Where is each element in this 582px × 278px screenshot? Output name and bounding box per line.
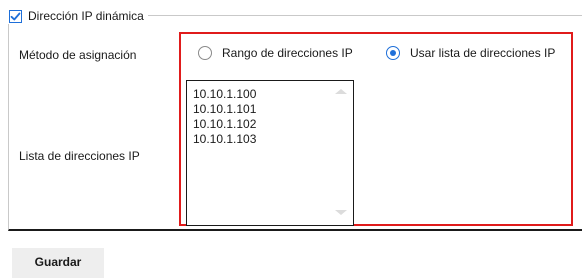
dynamic-ip-checkbox[interactable] [9,9,22,23]
radio-option-list-label: Usar lista de direcciones IP [410,46,556,60]
radio-selected-dot [390,50,396,56]
checkmark-icon [10,12,21,20]
dynamic-ip-toggle[interactable]: Dirección IP dinámica [8,8,148,24]
list-item[interactable]: 10.10.1.101 [193,102,256,117]
list-item[interactable]: 10.10.1.100 [193,87,256,102]
radio-button-list[interactable] [386,46,400,60]
radio-option-list[interactable]: Usar lista de direcciones IP [386,46,555,60]
list-item[interactable]: 10.10.1.102 [193,117,256,132]
ip-list-label: Lista de direcciones IP [19,149,140,163]
ip-address-list: 10.10.1.100 10.10.1.101 10.10.1.102 10.1… [193,87,256,147]
radio-button-range[interactable] [198,46,212,60]
dynamic-ip-label: Dirección IP dinámica [28,9,144,23]
ip-settings-panel: Dirección IP dinámica Método de asignaci… [0,0,582,278]
list-item[interactable]: 10.10.1.103 [193,132,256,147]
scroll-up-arrow-icon[interactable] [335,89,347,94]
save-button[interactable]: Guardar [12,248,104,278]
radio-option-range[interactable]: Rango de direcciones IP [198,46,353,60]
scroll-down-arrow-icon[interactable] [335,210,347,215]
assignment-method-label: Método de asignación [19,48,137,62]
radio-option-range-label: Rango de direcciones IP [222,46,353,60]
ip-address-listbox[interactable]: 10.10.1.100 10.10.1.101 10.10.1.102 10.1… [186,80,354,226]
